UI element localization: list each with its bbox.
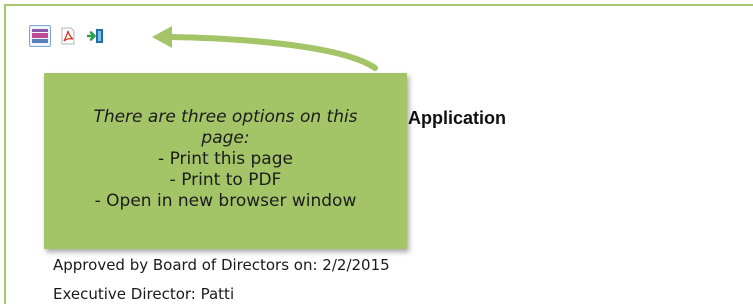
callout-intro-line: There are three options on this bbox=[93, 106, 358, 127]
options-callout: There are three options on this page: - … bbox=[44, 73, 407, 249]
print-page-button[interactable] bbox=[29, 25, 51, 47]
print-pdf-button[interactable] bbox=[57, 25, 79, 47]
executive-director-line: Executive Director: Patti bbox=[53, 285, 235, 303]
callout-intro-line: page: bbox=[201, 127, 250, 148]
print-toolbar bbox=[29, 25, 113, 47]
callout-option-print: - Print this page bbox=[158, 148, 293, 169]
callout-option-new-window: - Open in new browser window bbox=[94, 190, 357, 211]
print-page-icon bbox=[32, 29, 48, 43]
pdf-icon bbox=[61, 27, 75, 45]
page-heading: Application bbox=[408, 108, 506, 128]
callout-option-pdf: - Print to PDF bbox=[169, 169, 282, 190]
open-new-window-button[interactable] bbox=[85, 25, 107, 47]
open-new-window-icon bbox=[87, 29, 103, 43]
approved-date-line: Approved by Board of Directors on: 2/2/2… bbox=[53, 256, 390, 274]
